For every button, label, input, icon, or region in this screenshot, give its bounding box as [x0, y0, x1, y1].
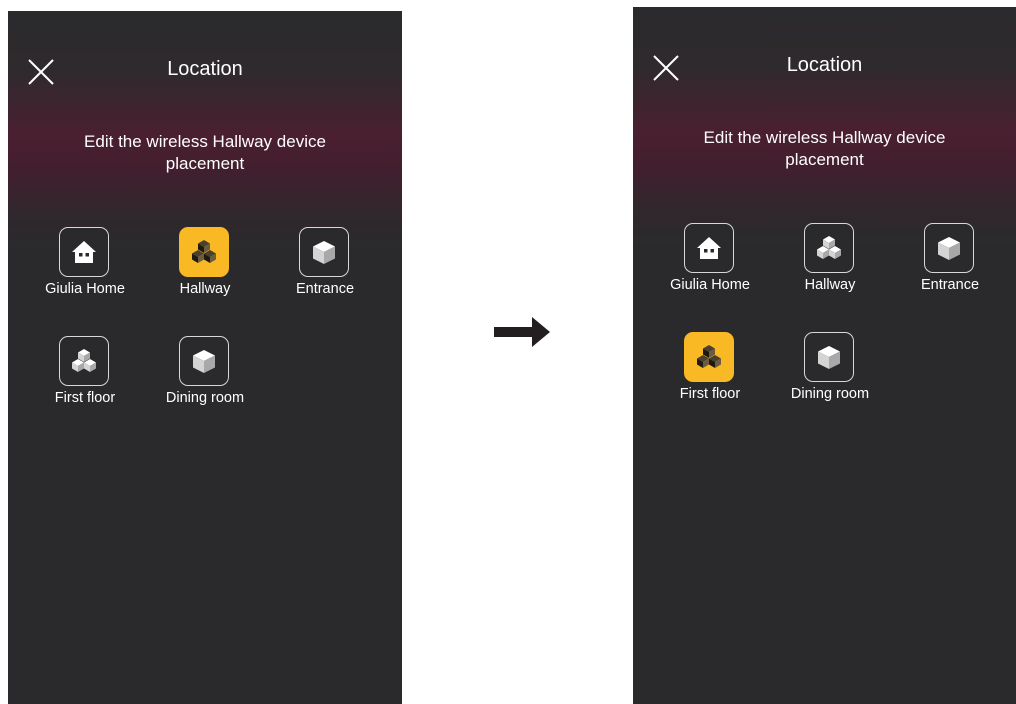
location-icon-box — [179, 336, 229, 386]
cubes-icon — [697, 345, 721, 368]
location-label: Entrance — [920, 277, 980, 293]
location-icon-box — [684, 332, 734, 382]
location-label: Dining room — [165, 390, 245, 406]
location-label: Entrance — [295, 281, 355, 297]
phone-screen-after: Location Edit the wireless Hallway devic… — [633, 7, 1016, 704]
location-label: Dining room — [790, 386, 870, 402]
page-subtitle: Edit the wireless Hallway device placeme… — [84, 132, 326, 173]
page-title: Location — [786, 54, 863, 76]
location-label: Hallway — [179, 281, 231, 297]
location-tile-hallway[interactable]: Hallway — [775, 218, 885, 298]
house-icon — [697, 237, 721, 259]
page-subtitle: Edit the wireless Hallway device placeme… — [703, 128, 946, 169]
location-label: First floor — [54, 390, 116, 406]
cubes-icon — [192, 240, 216, 263]
cube-icon — [818, 346, 840, 369]
cube-icon — [193, 350, 215, 373]
location-icon-box — [299, 227, 349, 277]
location-tile-entrance[interactable]: Entrance — [895, 218, 1005, 298]
cube-icon — [313, 241, 335, 264]
location-label: Hallway — [804, 277, 856, 293]
cubes-icon — [817, 236, 841, 259]
location-icon-box — [924, 223, 974, 273]
location-label: Giulia Home — [670, 277, 750, 293]
location-tile-giulia-home[interactable]: Giulia Home — [30, 222, 140, 302]
location-icon-box — [804, 223, 854, 273]
location-icon-box — [59, 336, 109, 386]
location-tile-first-floor[interactable]: First floor — [30, 331, 140, 411]
location-icon-box — [179, 227, 229, 277]
page-title: Location — [167, 58, 243, 80]
location-tile-hallway[interactable]: Hallway — [150, 222, 260, 302]
cubes-icon — [72, 349, 96, 372]
location-tile-first-floor[interactable]: First floor — [655, 327, 765, 407]
location-tile-dining-room[interactable]: Dining room — [775, 327, 885, 407]
cube-icon — [938, 237, 960, 260]
right-arrow-icon — [494, 317, 550, 347]
location-label: First floor — [679, 386, 741, 402]
location-tile-giulia-home[interactable]: Giulia Home — [655, 218, 765, 298]
location-label: Giulia Home — [45, 281, 125, 297]
location-icon-box — [804, 332, 854, 382]
location-tile-dining-room[interactable]: Dining room — [150, 331, 260, 411]
location-icon-box — [59, 227, 109, 277]
phone-screen-before: Location Edit the wireless Hallway devic… — [8, 11, 402, 704]
house-icon — [72, 241, 96, 263]
location-tile-entrance[interactable]: Entrance — [270, 222, 380, 302]
location-icon-box — [684, 223, 734, 273]
